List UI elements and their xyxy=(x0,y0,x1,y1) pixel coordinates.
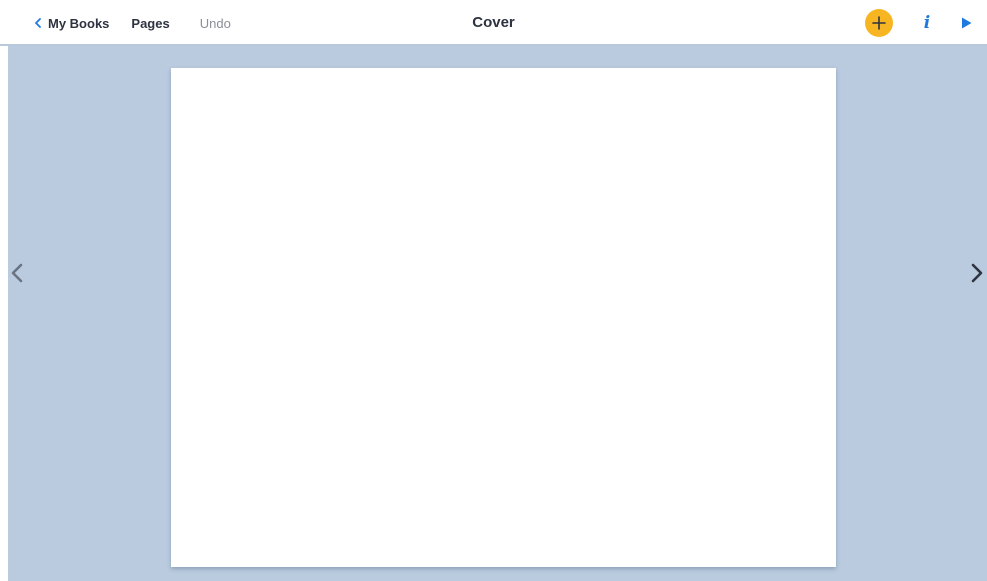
toolbar-right-group: i xyxy=(865,0,987,46)
next-page-button[interactable] xyxy=(967,260,983,286)
info-icon: i xyxy=(923,13,931,33)
chevron-left-icon xyxy=(11,263,23,283)
book-editor: My Books Pages Undo Cover i xyxy=(0,0,987,581)
chevron-right-icon xyxy=(971,263,983,283)
chevron-left-icon xyxy=(35,18,41,28)
undo-button[interactable]: Undo xyxy=(200,16,231,31)
back-label: My Books xyxy=(48,15,110,31)
play-icon xyxy=(961,17,971,29)
top-toolbar: My Books Pages Undo Cover i xyxy=(0,0,987,46)
add-button[interactable] xyxy=(865,9,893,37)
plus-icon xyxy=(872,16,886,30)
pages-button[interactable]: Pages xyxy=(131,16,169,31)
back-to-my-books-button[interactable]: My Books xyxy=(34,16,109,31)
cover-page-canvas[interactable] xyxy=(171,68,836,567)
play-button[interactable] xyxy=(957,9,975,37)
toolbar-left-group: My Books Pages Undo xyxy=(34,0,231,46)
page-workspace xyxy=(8,46,987,581)
info-button[interactable]: i xyxy=(917,9,937,37)
previous-page-button[interactable] xyxy=(8,260,24,286)
